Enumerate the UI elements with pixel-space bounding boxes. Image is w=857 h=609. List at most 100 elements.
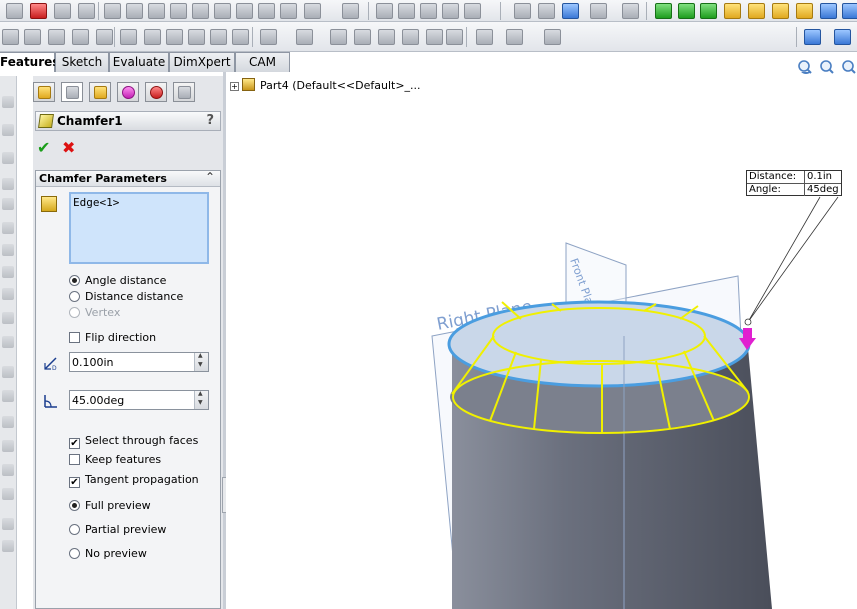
smart-dimension-icon[interactable] bbox=[104, 3, 121, 19]
toolbar-icon[interactable] bbox=[280, 3, 297, 19]
toolbar-icon[interactable] bbox=[210, 29, 227, 45]
rib-icon[interactable] bbox=[2, 312, 14, 324]
ok-button[interactable]: ✔ bbox=[37, 138, 50, 157]
toolbar-icon[interactable] bbox=[378, 29, 395, 45]
reference-icon[interactable] bbox=[2, 488, 14, 500]
curves-icon[interactable] bbox=[2, 464, 14, 476]
pattern-icon[interactable] bbox=[296, 29, 313, 45]
toolbar-icon[interactable] bbox=[166, 29, 183, 45]
toolbar-icon[interactable] bbox=[236, 3, 253, 19]
callout-distance-row[interactable]: Distance: 0.1in bbox=[747, 171, 841, 183]
tab-dimxpert[interactable]: DimXpert bbox=[169, 52, 235, 72]
angle-input[interactable]: 45.00deg bbox=[69, 390, 209, 410]
shell-icon[interactable] bbox=[2, 366, 14, 378]
partial-preview-option[interactable]: Partial preview bbox=[69, 523, 166, 536]
instant3d-icon[interactable] bbox=[544, 29, 561, 45]
help-button[interactable]: ? bbox=[206, 113, 214, 128]
toolbar-icon[interactable] bbox=[144, 29, 161, 45]
cancel-button[interactable]: ✖ bbox=[62, 138, 75, 157]
toolbar-icon[interactable] bbox=[188, 29, 205, 45]
sum-icon[interactable] bbox=[258, 3, 275, 19]
fillet-icon[interactable] bbox=[2, 266, 14, 278]
callout-angle-value[interactable]: 45deg bbox=[804, 184, 841, 196]
loft-icon[interactable] bbox=[2, 178, 14, 190]
toolbar-icon[interactable] bbox=[54, 3, 71, 19]
view-orientation-icon[interactable] bbox=[834, 29, 851, 45]
tab-features[interactable]: Features bbox=[0, 52, 59, 72]
toolbar-icon[interactable] bbox=[2, 29, 19, 45]
instant3d-icon[interactable] bbox=[2, 518, 14, 530]
mirror-icon[interactable] bbox=[2, 440, 14, 452]
filter-yellow-icon[interactable] bbox=[772, 3, 789, 19]
tab-sketch[interactable]: Sketch bbox=[55, 52, 109, 72]
distance-value[interactable]: 0.100in bbox=[72, 356, 114, 369]
property-manager-tab[interactable] bbox=[61, 82, 83, 102]
radio[interactable] bbox=[69, 524, 80, 535]
collapse-icon[interactable]: ⌃ bbox=[205, 170, 215, 184]
full-preview-option[interactable]: Full preview bbox=[69, 499, 151, 512]
radio[interactable] bbox=[69, 275, 80, 286]
move-icon[interactable] bbox=[24, 29, 41, 45]
select-through-faces-checkbox[interactable]: ✔ Select through faces bbox=[69, 434, 198, 449]
toolbar-icon[interactable] bbox=[78, 3, 95, 19]
toolbar-icon[interactable] bbox=[622, 3, 639, 19]
sweep-icon[interactable] bbox=[2, 152, 14, 164]
toolbar-icon[interactable] bbox=[148, 3, 165, 19]
tab-cam[interactable]: CAM bbox=[235, 52, 290, 72]
filter-green-icon[interactable] bbox=[655, 3, 672, 19]
normal-to-icon[interactable] bbox=[804, 29, 821, 45]
filter-yellow-icon[interactable] bbox=[796, 3, 813, 19]
select-icon[interactable] bbox=[562, 3, 579, 19]
toolbar-icon[interactable] bbox=[426, 29, 443, 45]
toolbar-icon[interactable] bbox=[120, 29, 137, 45]
toolbar-icon[interactable] bbox=[232, 29, 249, 45]
filter-blue-icon[interactable] bbox=[820, 3, 837, 19]
toolbar-icon[interactable] bbox=[214, 3, 231, 19]
toolbar-icon[interactable] bbox=[402, 29, 419, 45]
angle-distance-option[interactable]: Angle distance bbox=[69, 274, 166, 287]
toolbar-icon[interactable] bbox=[376, 3, 393, 19]
checkbox[interactable] bbox=[69, 454, 80, 465]
filter-yellow-icon[interactable] bbox=[748, 3, 765, 19]
radio[interactable] bbox=[69, 500, 80, 511]
hole-icon[interactable] bbox=[2, 244, 14, 256]
toolbar-icon[interactable] bbox=[354, 29, 371, 45]
tangent-propagation-checkbox[interactable]: ✔ Tangent propagation bbox=[69, 473, 199, 488]
toolbar-icon[interactable] bbox=[304, 3, 321, 19]
toolbar-icon[interactable] bbox=[330, 29, 347, 45]
display-manager-tab[interactable] bbox=[145, 82, 167, 102]
keep-features-checkbox[interactable]: Keep features bbox=[69, 453, 161, 466]
toolbar-icon[interactable] bbox=[420, 3, 437, 19]
top-face[interactable] bbox=[447, 300, 751, 388]
filter-blue-icon[interactable] bbox=[842, 3, 857, 19]
toolbar-icon[interactable] bbox=[538, 3, 555, 19]
callout-distance-value[interactable]: 0.1in bbox=[804, 171, 841, 183]
zoom-to-fit-icon[interactable] bbox=[798, 60, 812, 74]
callout-angle-row[interactable]: Angle: 45deg bbox=[747, 183, 841, 196]
toolbar-icon[interactable] bbox=[446, 29, 463, 45]
radio[interactable] bbox=[69, 548, 80, 559]
toolbar-icon[interactable] bbox=[342, 3, 359, 19]
checkbox[interactable] bbox=[69, 332, 80, 343]
extrude-icon[interactable] bbox=[2, 96, 14, 108]
filter-green-icon[interactable] bbox=[678, 3, 695, 19]
camera-icon[interactable] bbox=[6, 3, 23, 19]
radio[interactable] bbox=[69, 291, 80, 302]
wrap-icon[interactable] bbox=[2, 390, 14, 402]
toolbar-icon[interactable] bbox=[464, 3, 481, 19]
filter-green-icon[interactable] bbox=[700, 3, 717, 19]
dome-icon[interactable] bbox=[2, 416, 14, 428]
toolbar-icon[interactable] bbox=[48, 29, 65, 45]
curves-icon[interactable] bbox=[506, 29, 523, 45]
toolbar-icon[interactable] bbox=[192, 3, 209, 19]
angle-value[interactable]: 45.00deg bbox=[72, 394, 124, 407]
revolve-icon[interactable] bbox=[2, 124, 14, 136]
reference-geometry-icon[interactable] bbox=[476, 29, 493, 45]
cam-manager-tab[interactable] bbox=[173, 82, 195, 102]
toolbar-icon[interactable] bbox=[170, 3, 187, 19]
draft-icon[interactable] bbox=[2, 336, 14, 348]
previous-view-icon[interactable] bbox=[842, 60, 856, 74]
distance-input[interactable]: 0.100in bbox=[69, 352, 209, 372]
tab-evaluate[interactable]: Evaluate bbox=[109, 52, 169, 72]
no-preview-option[interactable]: No preview bbox=[69, 547, 147, 560]
